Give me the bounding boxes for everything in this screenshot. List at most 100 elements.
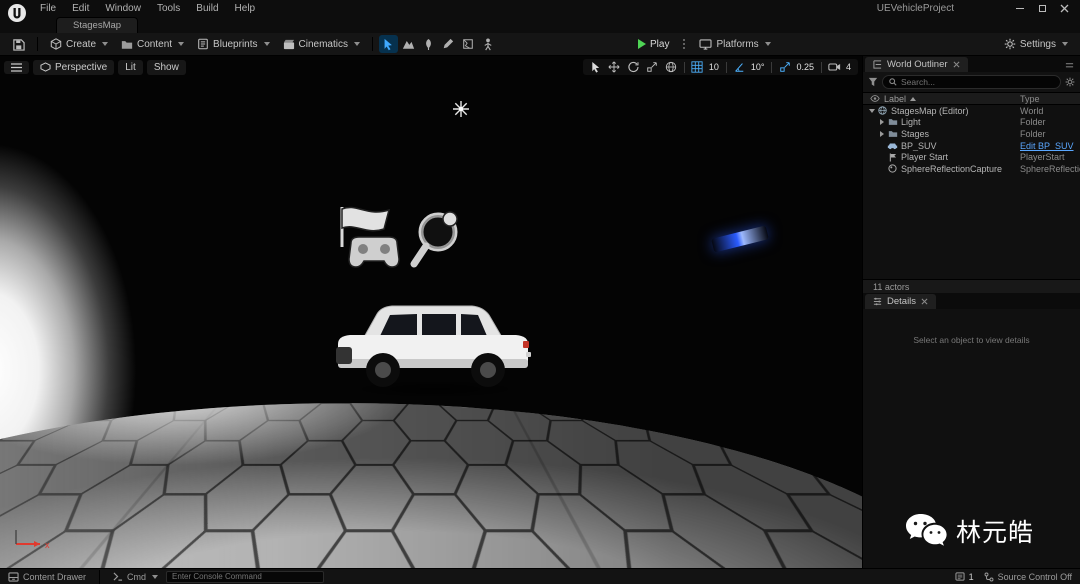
eye-icon[interactable] (869, 94, 880, 104)
panel-options-icon[interactable] (1065, 61, 1074, 70)
expand-arrow-icon[interactable] (878, 119, 886, 125)
select-tool-icon[interactable] (587, 60, 604, 74)
output-log-button[interactable]: 1 (955, 572, 974, 582)
light-sprite[interactable] (452, 100, 470, 118)
create-button[interactable]: Create (44, 36, 114, 52)
source-control-label: Source Control Off (998, 572, 1072, 582)
menu-edit[interactable]: Edit (64, 0, 97, 16)
play-icon (638, 39, 646, 49)
world-outliner-panel: World Outliner (863, 56, 1080, 293)
foliage-mode-icon[interactable] (419, 35, 438, 53)
menu-build[interactable]: Build (188, 0, 226, 16)
viewport-options-button[interactable] (4, 61, 29, 74)
rotation-snap-value[interactable]: 10° (750, 62, 768, 72)
play-options-icon[interactable] (683, 43, 685, 45)
expand-arrow-icon[interactable] (878, 131, 886, 137)
column-type[interactable]: Type (1020, 94, 1080, 104)
grid-snap-value[interactable]: 10 (708, 62, 722, 72)
player-start-icon (887, 152, 898, 162)
camera-speed-value[interactable]: 4 (845, 62, 854, 72)
expand-arrow-icon[interactable] (868, 109, 876, 113)
select-mode-icon[interactable] (379, 35, 398, 53)
outliner-row-bp-suv[interactable]: BP_SUV Edit BP_SUV (863, 140, 1080, 152)
rotate-tool-icon[interactable] (625, 60, 642, 74)
close-icon[interactable] (1056, 2, 1072, 14)
play-label: Play (650, 39, 669, 50)
output-log-icon (955, 572, 965, 581)
perspective-dropdown[interactable]: Perspective (33, 60, 114, 75)
cmd-dropdown[interactable]: Cmd (113, 572, 158, 582)
close-icon[interactable] (921, 298, 928, 305)
rotation-snap-icon[interactable] (731, 60, 748, 74)
scale-snap-value[interactable]: 0.25 (795, 62, 817, 72)
outliner-row-sphere-reflection[interactable]: SphereReflectionCapture SphereReflection (863, 163, 1080, 175)
outliner-row-stages[interactable]: Stages Folder (863, 128, 1080, 140)
platforms-monitor-icon (699, 39, 712, 50)
tab-world-outliner[interactable]: World Outliner (865, 57, 968, 72)
blueprints-button[interactable]: Blueprints (191, 36, 275, 52)
landscape-mode-icon[interactable] (399, 35, 418, 53)
titlebar: File Edit Window Tools Build Help UEVehi… (0, 0, 1080, 16)
save-button[interactable] (6, 36, 31, 53)
show-dropdown[interactable]: Show (147, 60, 186, 75)
blueprints-label: Blueprints (213, 39, 257, 50)
menu-tools[interactable]: Tools (149, 0, 188, 16)
content-drawer-button[interactable]: Content Drawer (8, 572, 86, 582)
level-tab-bar: StagesMap (0, 16, 1080, 33)
menu-file[interactable]: File (32, 0, 64, 16)
platforms-button[interactable]: Platforms (693, 37, 776, 52)
details-title: Details (887, 296, 916, 307)
column-label[interactable]: Label (884, 94, 906, 104)
outliner-row-stagesmap[interactable]: StagesMap (Editor) World (863, 105, 1080, 117)
lit-label: Lit (125, 62, 136, 73)
outliner-search-input[interactable] (901, 77, 1054, 87)
menu-window[interactable]: Window (97, 0, 149, 16)
suv-actor[interactable] (320, 292, 545, 397)
cinematics-button[interactable]: Cinematics (277, 37, 366, 52)
content-button[interactable]: Content (115, 37, 190, 52)
row-type: Folder (1020, 129, 1080, 139)
outliner-row-player-start[interactable]: Player Start PlayerStart (863, 151, 1080, 163)
scale-snap-icon[interactable] (776, 60, 793, 74)
outliner-settings-gear-icon[interactable] (1065, 77, 1075, 87)
settings-button[interactable]: Settings (998, 36, 1074, 52)
filter-icon[interactable] (868, 77, 878, 87)
details-tab-bar: Details (863, 293, 1080, 309)
fracture-mode-icon[interactable] (459, 35, 478, 53)
camera-speed-icon[interactable] (826, 60, 843, 74)
move-tool-icon[interactable] (606, 60, 623, 74)
minimize-icon[interactable] (1012, 2, 1028, 14)
player-start-sprite[interactable] (325, 201, 407, 279)
source-control-button[interactable]: Source Control Off (984, 572, 1072, 582)
grid-snap-icon[interactable] (689, 60, 706, 74)
outliner-search-box[interactable] (882, 75, 1061, 89)
cinematics-clapper-icon (283, 39, 295, 50)
viewport-toolbar: Perspective Lit Show 10 (4, 59, 858, 75)
outliner-footer: 11 actors (863, 279, 1080, 293)
source-control-icon (984, 572, 994, 582)
mesh-paint-mode-icon[interactable] (439, 35, 458, 53)
blueprints-icon (197, 38, 209, 50)
scale-tool-icon[interactable] (644, 60, 661, 74)
close-icon[interactable] (953, 61, 960, 68)
console-command-input[interactable] (166, 571, 324, 583)
outliner-icon (873, 60, 882, 69)
level-viewport[interactable]: Perspective Lit Show 10 (0, 56, 862, 568)
row-label: Player Start (901, 152, 948, 162)
cinematics-label: Cinematics (299, 39, 348, 50)
maximize-icon[interactable] (1034, 2, 1050, 14)
blue-vehicle-actor[interactable] (711, 225, 769, 252)
world-space-icon[interactable] (663, 60, 680, 74)
cmd-label: Cmd (127, 572, 146, 582)
row-type: PlayerStart (1020, 152, 1080, 162)
sphere-reflection-sprite[interactable] (407, 206, 465, 272)
console-icon (113, 572, 123, 581)
tab-stagesmap[interactable]: StagesMap (56, 17, 138, 33)
edit-bp-suv-link[interactable]: Edit BP_SUV (1020, 141, 1080, 151)
outliner-row-light[interactable]: Light Folder (863, 117, 1080, 129)
animation-mode-icon[interactable] (479, 35, 498, 53)
tab-details[interactable]: Details (865, 294, 936, 309)
play-button[interactable]: Play (632, 37, 675, 52)
lit-dropdown[interactable]: Lit (118, 60, 143, 75)
menu-help[interactable]: Help (227, 0, 264, 16)
